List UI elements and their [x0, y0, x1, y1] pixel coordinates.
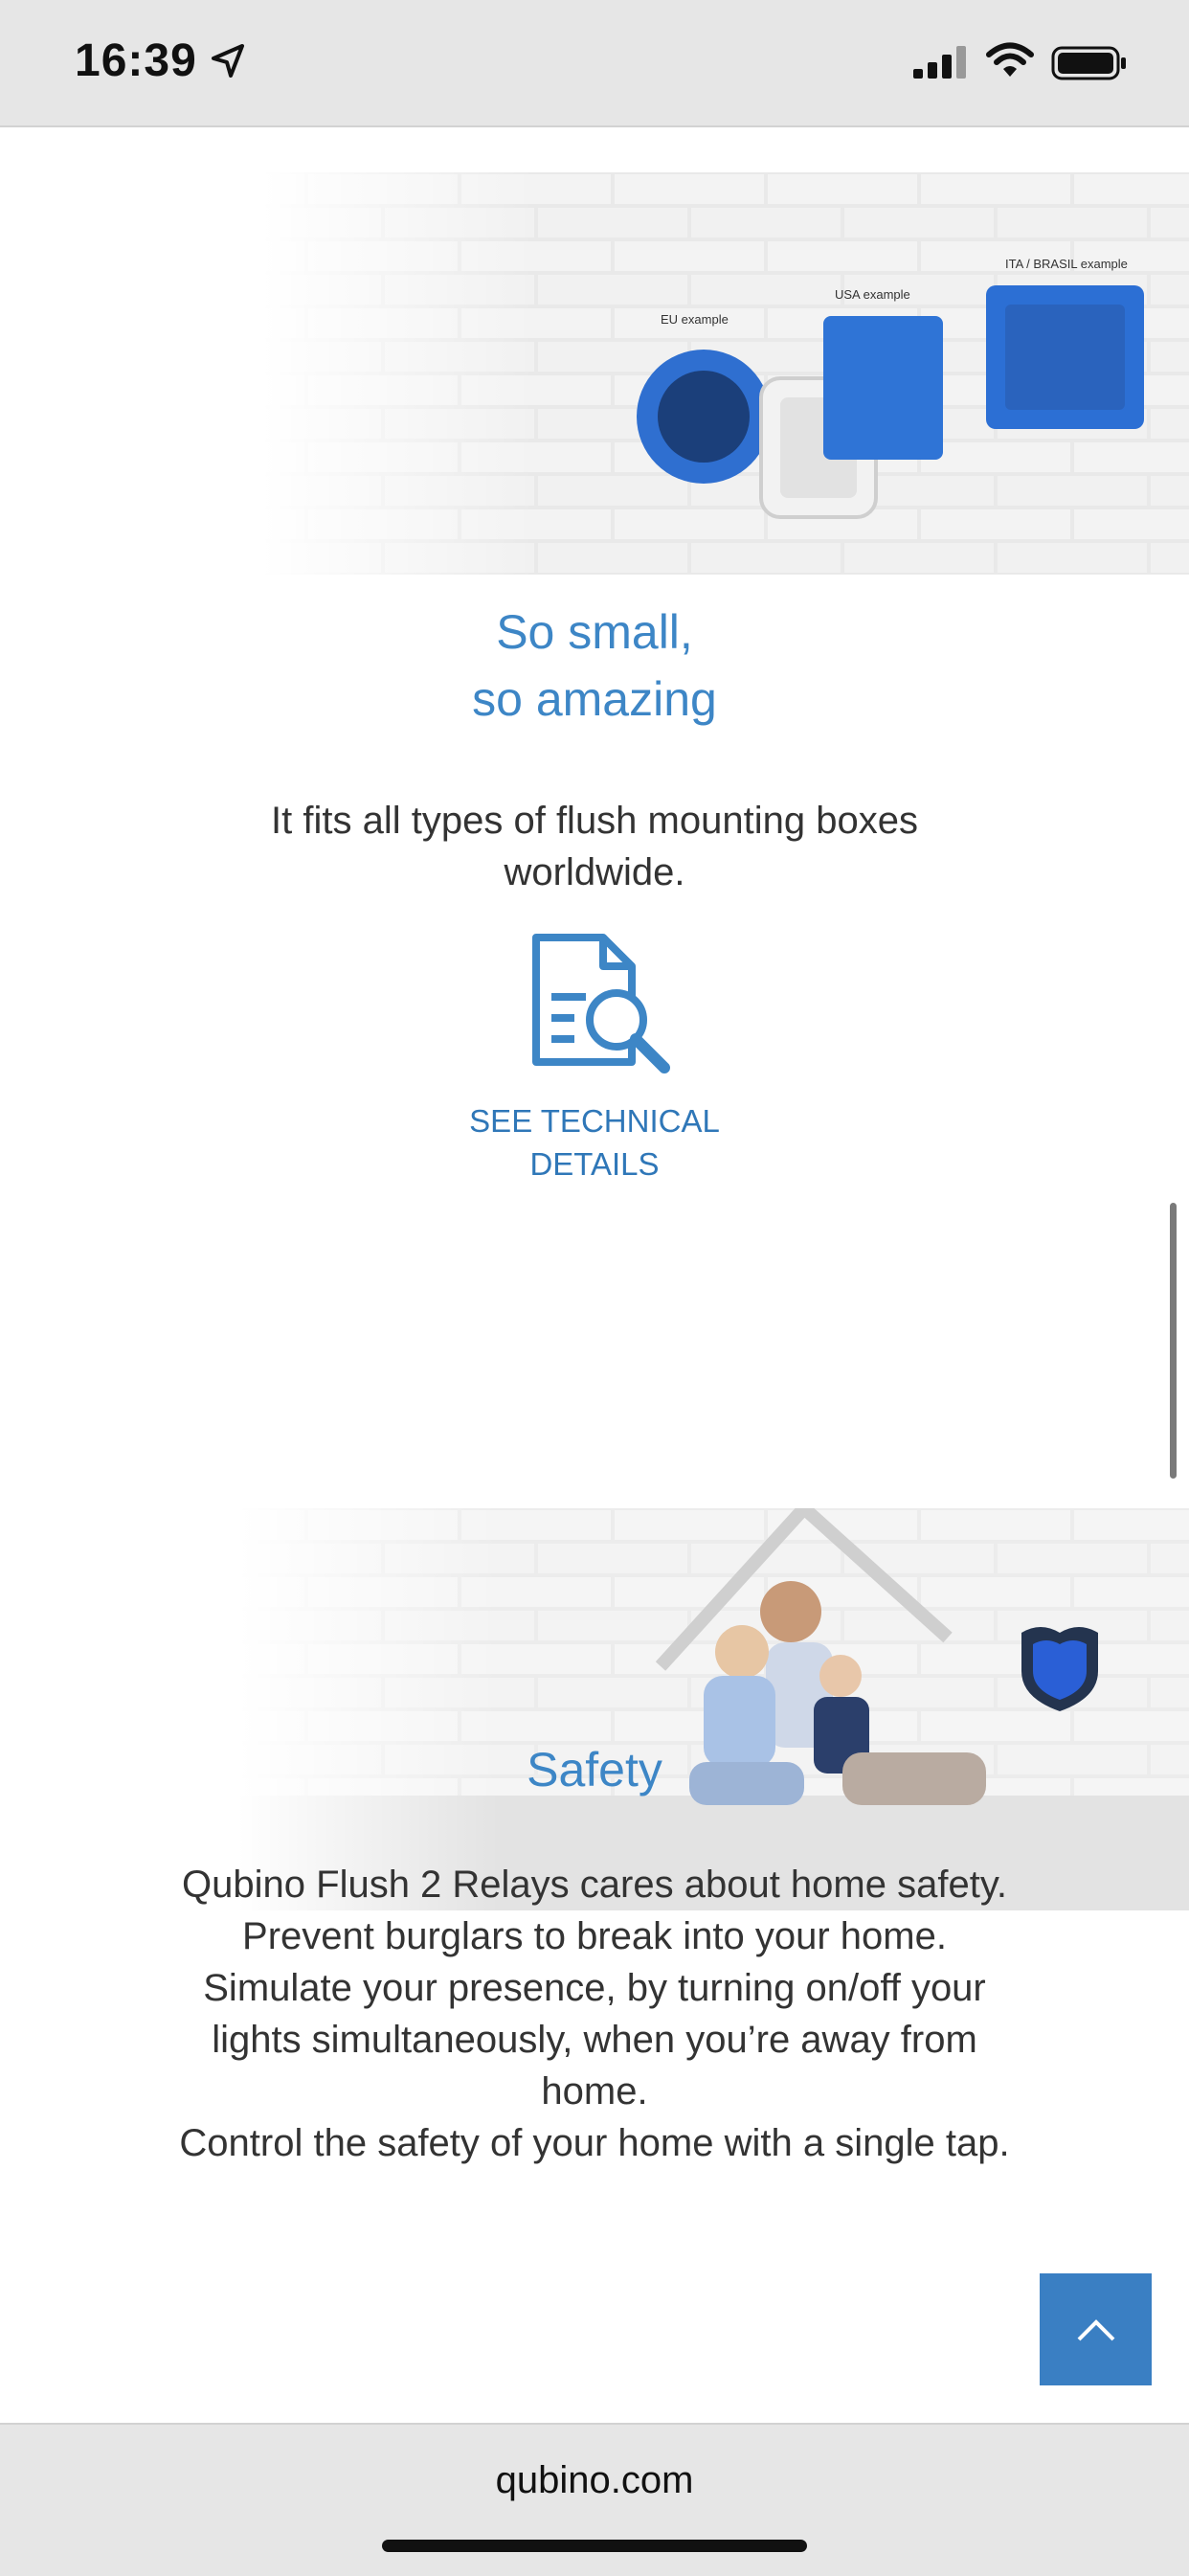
wifi-icon	[986, 42, 1034, 77]
safety-title: Safety	[527, 1743, 662, 1796]
safety-text-line5: home.	[541, 2070, 648, 2113]
ita-example-label: ITA / BRASIL example	[1005, 257, 1128, 271]
status-bar: 16:39	[0, 0, 1189, 127]
section-title-line1: So small,	[496, 605, 693, 659]
status-time: 16:39	[75, 35, 197, 86]
browser-bottom-bar: qubino.com	[0, 2423, 1189, 2576]
cellular-signal-icon	[913, 46, 966, 79]
page-content[interactable]: EU example USA example ITA / BRASIL exam…	[0, 127, 1189, 2423]
mounting-boxes-image: EU example USA example ITA / BRASIL exam…	[0, 172, 1189, 575]
see-technical-details-link[interactable]: SEE TECHNICAL DETAILS	[451, 1099, 738, 1186]
family-safety-image	[0, 1508, 1189, 1910]
location-arrow-icon	[212, 44, 244, 78]
safety-text-line2: Prevent burglars to break into your home…	[242, 1915, 947, 1957]
battery-icon	[1051, 46, 1126, 80]
safety-text-line4: lights simultaneously, when you’re away …	[212, 2019, 977, 2061]
usa-example-label: USA example	[835, 287, 910, 302]
safety-text-line1: Qubino Flush 2 Relays cares about home s…	[182, 1864, 1007, 1906]
section-text-line1: It fits all types of flush mounting boxe…	[271, 800, 918, 842]
safety-text-line6: Control the safety of your home with a s…	[179, 2122, 1010, 2164]
link-line1: SEE TECHNICAL	[469, 1103, 720, 1139]
section-title-line2: so amazing	[472, 672, 717, 726]
eu-example-label: EU example	[661, 312, 729, 327]
back-to-top-button[interactable]	[1040, 2273, 1152, 2385]
link-line2: DETAILS	[529, 1146, 660, 1182]
chevron-up-icon	[1077, 2318, 1114, 2340]
document-search-icon[interactable]	[525, 928, 678, 1081]
scrollbar[interactable]	[1170, 1203, 1177, 1479]
safety-text-line3: Simulate your presence, by turning on/of…	[203, 1967, 986, 2009]
section-text-line2: worldwide.	[504, 851, 685, 893]
address-bar-url[interactable]: qubino.com	[0, 2459, 1189, 2502]
home-indicator[interactable]	[382, 2540, 807, 2552]
